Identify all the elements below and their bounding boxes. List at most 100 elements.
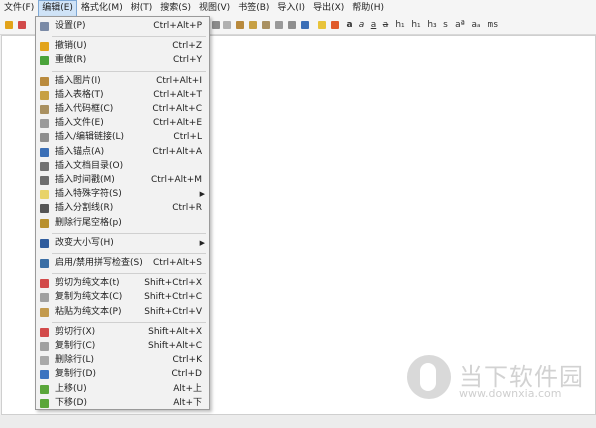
menu-item[interactable]: 剪切为纯文本(t) Shift+Ctrl+X (37, 277, 208, 290)
settings-icon (40, 22, 49, 31)
menu-help[interactable]: 帮助(H) (348, 0, 388, 17)
menu-item-shortcut: Shift+Ctrl+X (144, 278, 202, 289)
menu-item[interactable]: 插入时间戳(M) Ctrl+Alt+M (37, 174, 208, 187)
menu-edit[interactable]: 编辑(E) (38, 0, 77, 17)
small-button[interactable]: s (441, 19, 450, 32)
menu-item-shortcut: Ctrl+D (171, 369, 203, 380)
table-icon[interactable] (249, 21, 257, 29)
menu-item-label: 删除行尾空格(p) (55, 217, 122, 228)
subscript-button[interactable]: aₐ (469, 19, 483, 32)
menu-bar: 文件(F) 编辑(E) 格式化(M) 树(T) 搜索(S) 视图(V) 书签(B… (0, 0, 596, 17)
menu-item-label: 插入文件(E) (55, 118, 104, 129)
menu-item-shortcut: Ctrl+R (172, 203, 202, 214)
menu-item-shortcut: Ctrl+K (172, 355, 202, 366)
spellcheck-icon (40, 259, 49, 268)
menu-item[interactable]: 插入锚点(A) Ctrl+Alt+A (37, 146, 208, 159)
menu-item[interactable]: 下移(D) Alt+下 (37, 397, 208, 410)
delete-line-icon (40, 356, 49, 366)
menu-item[interactable]: 删除行尾空格(p) (37, 217, 208, 230)
menu-item-shortcut: Ctrl+Alt+M (150, 175, 202, 185)
menu-item[interactable]: 复制行(D) Ctrl+D (37, 368, 208, 381)
menu-item[interactable]: 上移(U) Alt+上 (37, 383, 208, 396)
menu-import[interactable]: 导入(I) (273, 0, 309, 17)
duplicate-line-icon (40, 370, 49, 380)
menu-item-label: 撤销(U) (55, 41, 87, 52)
menu-format[interactable]: 格式化(M) (77, 0, 127, 17)
menu-tree[interactable]: 树(T) (127, 0, 157, 17)
menu-separator (52, 70, 206, 72)
color-fg-icon[interactable] (318, 21, 326, 29)
monospace-button[interactable]: ms (486, 19, 500, 32)
undo-icon (40, 42, 49, 52)
menu-item-label: 插入图片(I) (55, 75, 101, 86)
menu-item-label: 插入分割线(R) (55, 203, 114, 214)
anchor-icon (40, 147, 49, 157)
menu-item[interactable]: 剪切行(X) Shift+Alt+X (37, 326, 208, 339)
h3-button[interactable]: h₃ (425, 19, 439, 32)
menu-item-label: 剪切为纯文本(t) (55, 278, 120, 289)
menu-view[interactable]: 视图(V) (195, 0, 234, 17)
superscript-button[interactable]: aª (453, 19, 467, 32)
color-bg-icon[interactable] (331, 21, 339, 29)
menu-search[interactable]: 搜索(S) (156, 0, 195, 17)
menu-item[interactable]: 插入表格(T) Ctrl+Alt+T (37, 89, 208, 102)
h2-button[interactable]: h₁ (409, 19, 423, 32)
menu-item[interactable]: 插入/编辑链接(L) Ctrl+L (37, 131, 208, 144)
anchor-icon[interactable] (301, 21, 309, 29)
table-icon (40, 90, 49, 100)
strikethrough-icon[interactable] (212, 21, 220, 29)
menu-item-shortcut: Ctrl+Z (172, 41, 202, 52)
menu-item[interactable]: 重做(R) Ctrl+Y (37, 54, 208, 67)
menu-item[interactable]: 粘贴为纯文本(P) Shift+Ctrl+V (37, 306, 208, 319)
list-icon[interactable] (223, 21, 231, 29)
link-icon (40, 133, 49, 143)
menu-item[interactable]: 复制行(C) Shift+Alt+C (37, 340, 208, 353)
bold-button[interactable]: a (345, 19, 354, 32)
menu-item-label: 复制行(C) (55, 341, 96, 351)
menu-item-shortcut: Ctrl+Alt+S (153, 258, 202, 268)
menu-item-shortcut: Shift+Alt+X (148, 326, 202, 337)
menu-item[interactable]: 插入代码框(C) Ctrl+Alt+C (37, 103, 208, 116)
menu-item-shortcut: Ctrl+Alt+I (156, 75, 202, 86)
menu-item-shortcut: Shift+Alt+C (147, 341, 202, 351)
menu-file[interactable]: 文件(F) (0, 0, 38, 17)
menu-item-shortcut: Shift+Ctrl+C (144, 292, 202, 303)
menu-item[interactable]: 撤销(U) Ctrl+Z (37, 40, 208, 53)
menu-item-shortcut: Shift+Ctrl+V (144, 306, 202, 317)
image-icon[interactable] (236, 21, 244, 29)
menu-item[interactable]: 改变大小写(H) ▶ (37, 237, 208, 250)
menu-item-label: 插入特殊字符(S) (55, 189, 122, 200)
menu-item[interactable]: 插入图片(I) Ctrl+Alt+I (37, 75, 208, 88)
menu-separator (52, 321, 206, 323)
move-up-icon (40, 384, 49, 394)
menu-item[interactable]: 删除行(L) Ctrl+K (37, 354, 208, 367)
menu-item-label: 插入锚点(A) (55, 146, 105, 157)
codebox-icon[interactable] (262, 21, 270, 29)
redo-icon (40, 56, 49, 66)
italic-button[interactable]: a (357, 19, 366, 32)
menu-item[interactable]: 启用/禁用拼写检查(S) Ctrl+Alt+S (37, 257, 208, 270)
strike-button[interactable]: a (381, 19, 390, 32)
watermark-logo-icon (407, 355, 451, 399)
menu-item[interactable]: 设置(P) Ctrl+Alt+P (37, 20, 208, 33)
underline-button[interactable]: a (369, 19, 378, 32)
menu-item[interactable]: 插入分割线(R) Ctrl+R (37, 202, 208, 215)
menu-item[interactable]: 插入文档目录(O) (37, 160, 208, 173)
menu-item-shortcut: Ctrl+L (173, 132, 202, 143)
menu-item[interactable]: 插入文件(E) Ctrl+Alt+E (37, 117, 208, 130)
link-icon[interactable] (288, 21, 296, 29)
copy-line-icon (40, 342, 49, 351)
menu-item[interactable]: 复制为纯文本(C) Shift+Ctrl+C (37, 291, 208, 304)
menu-item-shortcut: Alt+下 (173, 397, 202, 408)
cut-line-icon (40, 327, 49, 337)
menu-bookmarks[interactable]: 书签(B) (234, 0, 273, 17)
menu-item-shortcut: Ctrl+Alt+P (153, 21, 202, 31)
h1-button[interactable]: h₁ (393, 19, 407, 32)
menu-item-label: 复制为纯文本(C) (55, 292, 123, 303)
menu-export[interactable]: 导出(X) (309, 0, 348, 17)
new-node-icon[interactable] (5, 21, 13, 29)
menu-item-shortcut: Ctrl+Alt+E (153, 118, 202, 129)
new-child-icon[interactable] (18, 21, 26, 29)
attach-icon[interactable] (275, 21, 283, 29)
menu-item[interactable]: 插入特殊字符(S) ▶ (37, 188, 208, 201)
